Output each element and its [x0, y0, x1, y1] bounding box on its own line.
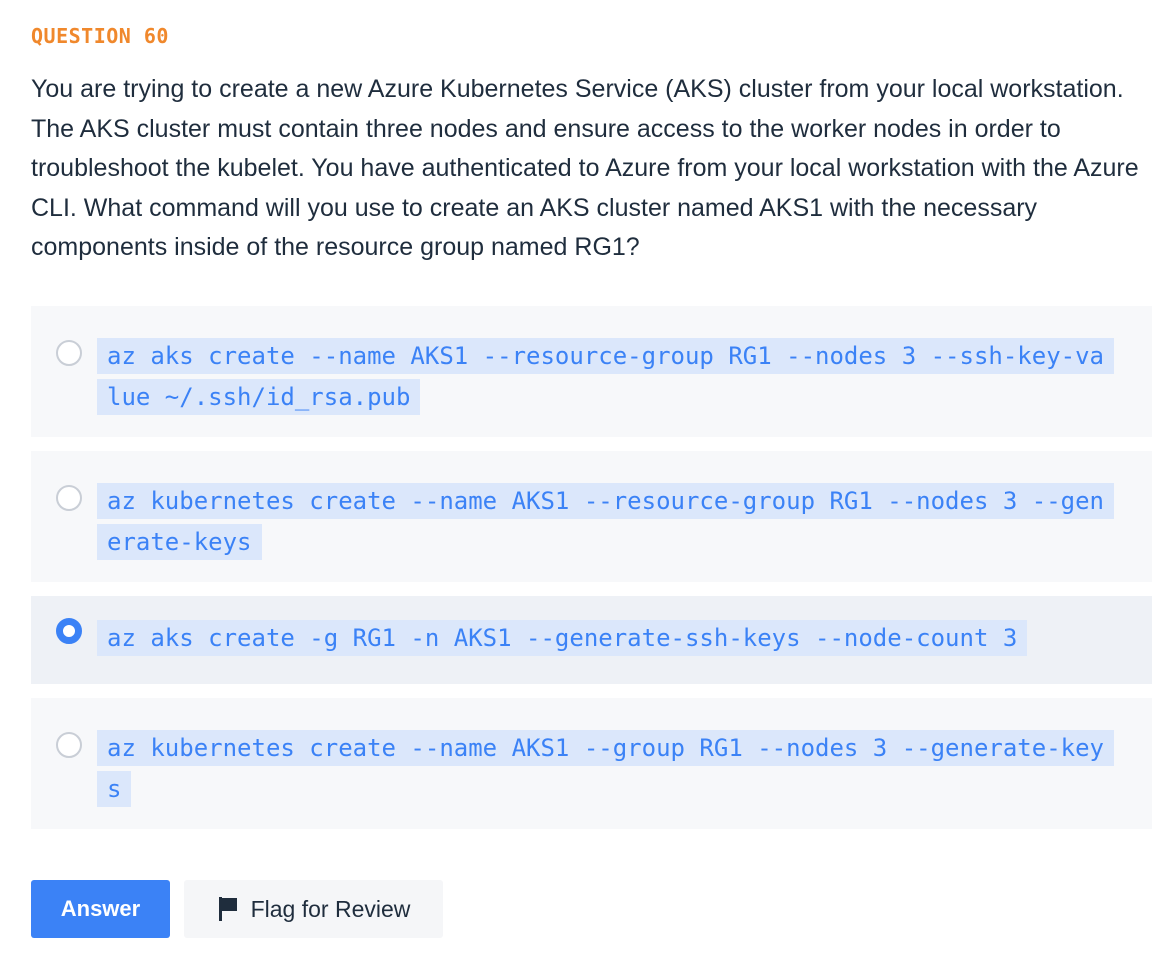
option-code-2: az kubernetes create --name AKS1 --resou…: [97, 481, 1114, 563]
option-code-1: az aks create --name AKS1 --resource-gro…: [97, 336, 1114, 418]
answer-option-2[interactable]: az kubernetes create --name AKS1 --resou…: [31, 451, 1152, 582]
option-code-3: az aks create -g RG1 -n AKS1 --generate-…: [97, 618, 1112, 659]
flag-for-review-label: Flag for Review: [250, 895, 411, 922]
option-text-1: az aks create --name AKS1 --resource-gro…: [97, 338, 1114, 415]
radio-button-3-selected[interactable]: [56, 618, 82, 644]
answer-option-4[interactable]: az kubernetes create --name AKS1 --group…: [31, 698, 1152, 829]
answer-options: az aks create --name AKS1 --resource-gro…: [31, 306, 1152, 843]
option-code-4: az kubernetes create --name AKS1 --group…: [97, 728, 1114, 810]
question-number: QUESTION 60: [31, 24, 169, 48]
answer-option-1[interactable]: az aks create --name AKS1 --resource-gro…: [31, 306, 1152, 437]
radio-button-4[interactable]: [56, 732, 82, 758]
question-text: You are trying to create a new Azure Kub…: [31, 75, 1139, 261]
answer-button[interactable]: Answer: [31, 880, 170, 938]
answer-option-3[interactable]: az aks create -g RG1 -n AKS1 --generate-…: [31, 596, 1152, 684]
radio-button-1[interactable]: [56, 340, 82, 366]
action-bar: Answer Flag for Review: [31, 880, 443, 938]
flag-icon: [217, 896, 239, 922]
radio-button-2[interactable]: [56, 485, 82, 511]
option-text-2: az kubernetes create --name AKS1 --resou…: [97, 483, 1114, 560]
option-text-4: az kubernetes create --name AKS1 --group…: [97, 730, 1114, 807]
flag-for-review-button[interactable]: Flag for Review: [184, 880, 443, 938]
option-text-3: az aks create -g RG1 -n AKS1 --generate-…: [97, 620, 1028, 656]
